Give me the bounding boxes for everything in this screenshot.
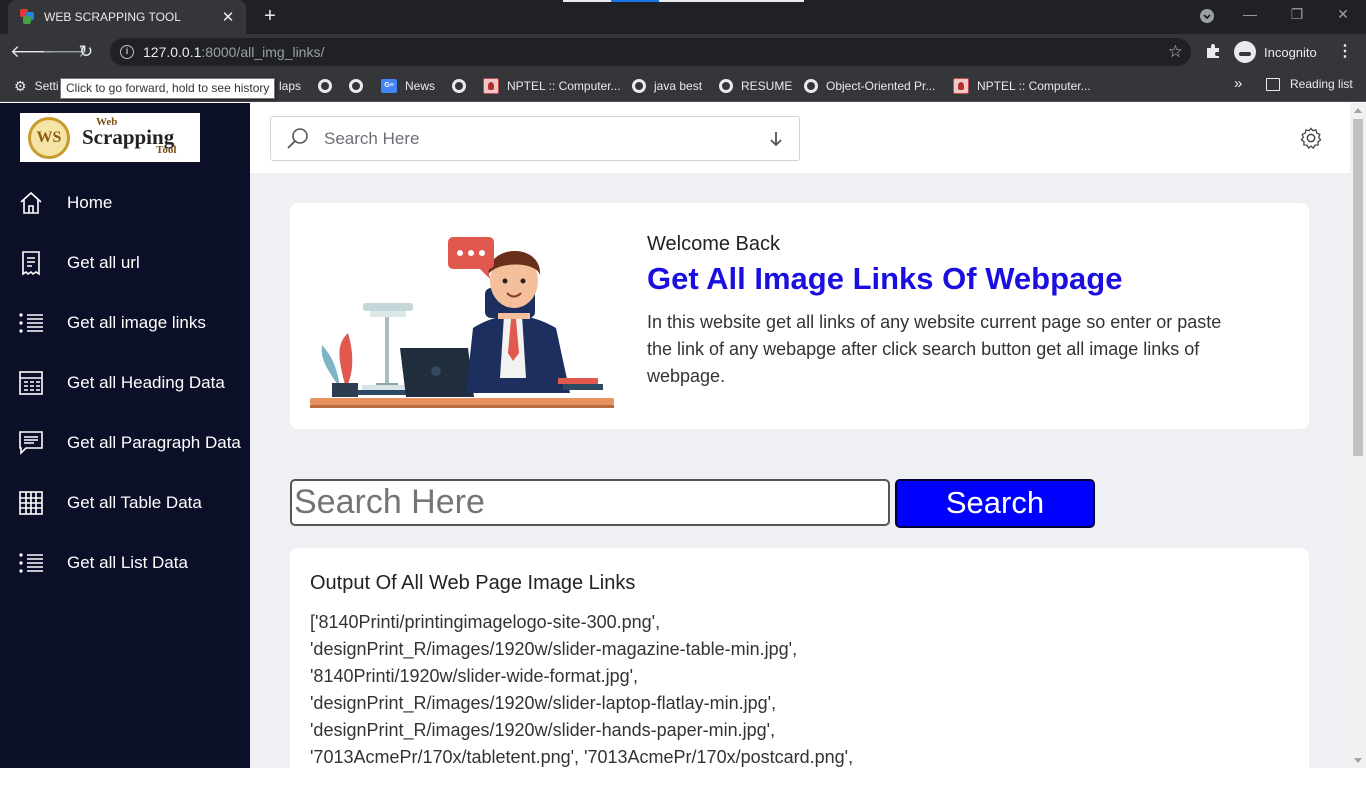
paragraph-icon <box>19 431 43 455</box>
tab-title: WEB SCRAPPING TOOL <box>44 10 181 24</box>
page-title: Get All Image Links Of Webpage <box>647 261 1123 296</box>
bookmark-oop[interactable]: Object-Oriented Pr... <box>804 77 935 95</box>
settings-gear-icon[interactable] <box>1300 127 1322 149</box>
nptel-icon <box>953 78 969 94</box>
new-tab-icon[interactable]: + <box>258 5 282 28</box>
page: WS Web Scrapping Tool Home Get all url G… <box>0 103 1366 788</box>
top-search-placeholder: Search Here <box>324 128 420 148</box>
heading-grid-icon <box>19 371 43 395</box>
bookmark-nptel-1[interactable]: NPTEL :: Computer... <box>483 77 621 95</box>
sidebar-item-home[interactable]: Home <box>0 181 250 225</box>
sidebar-item-get-all-url[interactable]: Get all url <box>0 241 250 285</box>
globe-icon <box>804 79 818 93</box>
incognito-profile[interactable]: Incognito <box>1234 39 1317 65</box>
reading-list[interactable]: Reading list <box>1266 77 1353 91</box>
extensions-icon[interactable] <box>1205 43 1221 64</box>
search-button[interactable]: Search <box>895 479 1095 528</box>
output-line: ['8140Printi/printingimagelogo-site-300.… <box>310 612 661 632</box>
scroll-up-icon[interactable] <box>1354 108 1362 113</box>
bookmark-globe-1[interactable] <box>318 77 340 95</box>
google-news-icon: G≡ <box>381 79 397 93</box>
url-path: :8000/all_img_links/ <box>201 44 325 60</box>
bookmark-settings[interactable]: ⚙ Setti <box>14 77 59 95</box>
reload-icon[interactable]: ↻ <box>74 41 98 63</box>
incognito-icon <box>1234 41 1256 63</box>
more-bookmarks-icon[interactable]: » <box>1234 75 1242 92</box>
sidebar-item-get-all-list-data[interactable]: Get all List Data <box>0 541 250 585</box>
site-favicon-icon <box>20 9 36 25</box>
output-line: '7013AcmePr/170x/tabletent.png', '7013Ac… <box>310 747 854 767</box>
globe-icon <box>349 79 363 93</box>
search-icon <box>287 127 308 149</box>
output-title: Output Of All Web Page Image Links <box>310 572 636 594</box>
logo-badge: WS <box>28 117 70 159</box>
back-icon[interactable]: 🡐 <box>10 41 56 63</box>
bookmark-nptel-2[interactable]: NPTEL :: Computer... <box>953 77 1091 95</box>
bookmark-news[interactable]: G≡ News <box>381 77 435 95</box>
sidebar-item-get-all-image-links[interactable]: Get all image links <box>0 301 250 345</box>
welcome-greeting: Welcome Back <box>647 233 781 255</box>
browser-toolbar: 🡐 🡒 ↻ i 127.0.0.1:8000/all_img_links/ ☆ … <box>0 34 1366 70</box>
forward-tooltip: Click to go forward, hold to see history <box>60 78 276 99</box>
table-icon <box>19 491 43 515</box>
scroll-thumb[interactable] <box>1353 119 1363 456</box>
output-line: 'designPrint_R/images/1920w/slider-magaz… <box>310 639 798 659</box>
bookmark-resume[interactable]: RESUME <box>719 77 792 95</box>
top-search-input[interactable]: Search Here <box>270 116 800 161</box>
globe-icon <box>719 79 733 93</box>
bookmark-globe-2[interactable] <box>349 77 371 95</box>
forward-icon[interactable]: 🡒 <box>42 41 88 63</box>
sidebar-item-get-all-table-data[interactable]: Get all Table Data <box>0 481 250 525</box>
output-line: '8140Printi/1920w/slider-wide-format.jpg… <box>310 666 639 686</box>
output-line: 'designPrint_R/images/1920w/slider-hands… <box>310 720 776 740</box>
close-window-icon[interactable]: ✕ <box>1331 6 1355 23</box>
scroll-down-icon[interactable] <box>1354 758 1362 763</box>
address-bar[interactable]: i 127.0.0.1:8000/all_img_links/ ☆ <box>110 38 1191 66</box>
output-line: 'designPrint_R/images/1920w/slider-lapto… <box>310 693 777 713</box>
tab-close-icon[interactable]: ✕ <box>220 8 236 26</box>
tab-search-icon[interactable] <box>1195 8 1219 27</box>
list-icon <box>19 313 43 333</box>
bookmark-globe-3[interactable] <box>452 77 474 95</box>
bookmark-maps[interactable]: laps <box>279 77 301 95</box>
browser-menu-icon[interactable]: ⋮ <box>1337 41 1353 61</box>
browser-tab-strip: WEB SCRAPPING TOOL ✕ + — ❐ ✕ <box>0 0 1366 34</box>
office-illustration <box>310 237 614 408</box>
browser-tab[interactable]: WEB SCRAPPING TOOL ✕ <box>8 0 246 34</box>
reading-list-icon <box>1266 77 1280 91</box>
sidebar-item-get-all-heading-data[interactable]: Get all Heading Data <box>0 361 250 405</box>
top-bar: Search Here <box>250 103 1350 173</box>
welcome-description: In this website get all links of any web… <box>647 312 1222 386</box>
welcome-card: Welcome Back Get All Image Links Of Webp… <box>290 203 1309 429</box>
nptel-icon <box>483 78 499 94</box>
sidebar-item-get-all-paragraph-data[interactable]: Get all Paragraph Data <box>0 421 250 465</box>
globe-icon <box>452 79 466 93</box>
list-icon <box>19 553 43 573</box>
arrow-down-icon[interactable] <box>768 130 784 148</box>
page-scrollbar[interactable] <box>1350 103 1366 768</box>
sidebar: WS Web Scrapping Tool Home Get all url G… <box>0 103 250 768</box>
document-icon <box>22 251 40 276</box>
globe-icon <box>632 79 646 93</box>
bookmark-star-icon[interactable]: ☆ <box>1168 42 1183 62</box>
bookmark-java-best[interactable]: java best <box>632 77 702 95</box>
url-search-input[interactable] <box>290 479 890 526</box>
restore-icon[interactable]: ❐ <box>1285 6 1309 23</box>
minimize-icon[interactable]: — <box>1238 6 1262 22</box>
url-host: 127.0.0.1 <box>143 44 202 60</box>
logo[interactable]: WS Web Scrapping Tool <box>20 113 200 162</box>
profile-label: Incognito <box>1264 44 1317 60</box>
home-icon <box>20 191 42 214</box>
site-info-icon[interactable]: i <box>120 45 134 59</box>
output-card: Output Of All Web Page Image Links ['814… <box>290 548 1309 788</box>
gear-icon: ⚙ <box>14 77 27 94</box>
globe-icon <box>318 79 332 93</box>
